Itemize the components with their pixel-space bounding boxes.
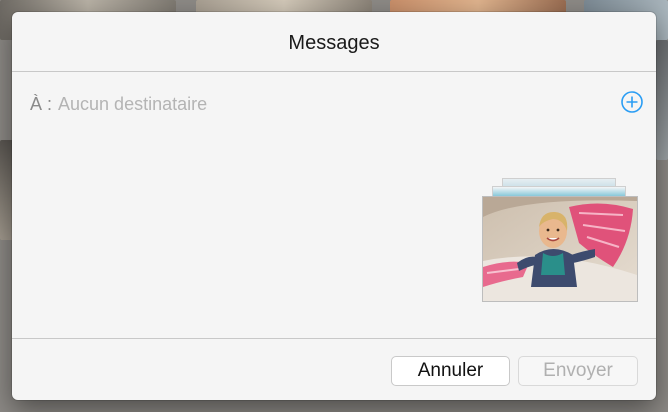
photo-thumbnail bbox=[482, 196, 638, 302]
title-divider bbox=[12, 71, 656, 72]
plus-circle-icon bbox=[621, 91, 643, 113]
footer-divider bbox=[12, 338, 656, 339]
recipient-label: À : bbox=[30, 93, 53, 114]
background-photo bbox=[656, 40, 668, 160]
recipient-input[interactable] bbox=[58, 93, 559, 115]
messages-share-sheet: Messages À : Aucun destinataire Annuler … bbox=[12, 12, 656, 400]
dialog-title: Messages bbox=[288, 32, 380, 54]
cancel-button[interactable]: Annuler bbox=[391, 356, 510, 386]
add-recipient-button[interactable] bbox=[620, 90, 644, 114]
send-button[interactable]: Envoyer bbox=[518, 356, 638, 386]
recipient-row: À : bbox=[30, 92, 559, 116]
photo-attachment bbox=[482, 178, 638, 302]
photo-thumbnail-image bbox=[483, 197, 637, 301]
